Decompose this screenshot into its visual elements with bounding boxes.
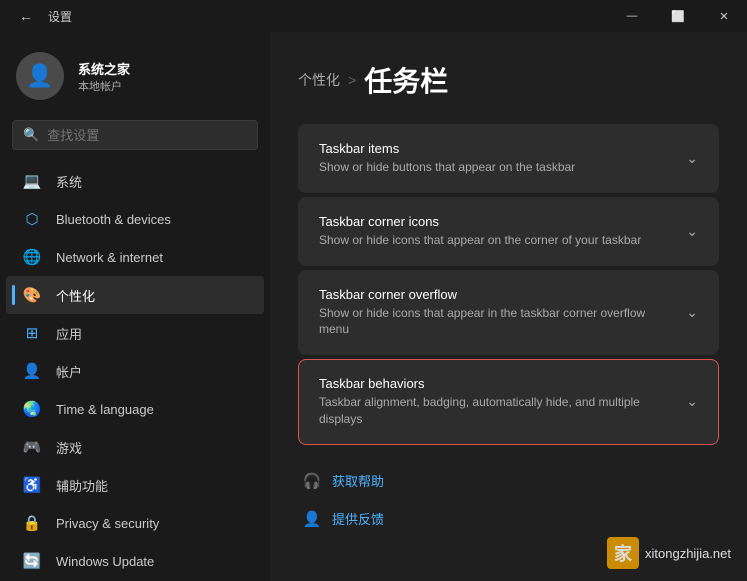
privacy-icon: 🔒 <box>22 513 42 533</box>
sidebar-item-bluetooth[interactable]: ⬡ Bluetooth & devices <box>6 200 264 238</box>
sidebar-item-network[interactable]: 🌐 Network & internet <box>6 238 264 276</box>
feedback-icon: 👤 <box>302 509 322 529</box>
sidebar-item-label-accounts: 帐户 <box>56 362 82 381</box>
sidebar-item-apps[interactable]: ⊞ 应用 <box>6 314 264 352</box>
links-section: 🎧 获取帮助 👤 提供反馈 <box>298 465 719 535</box>
titlebar-title: 设置 <box>48 8 72 25</box>
sidebar: 👤 系统之家 本地帐户 🔍 💻 系统 ⬡ Bluetooth & devices… <box>0 32 270 581</box>
main-layout: 👤 系统之家 本地帐户 🔍 💻 系统 ⬡ Bluetooth & devices… <box>0 32 747 581</box>
sidebar-item-label-gaming: 游戏 <box>56 438 82 457</box>
sidebar-item-label-time: Time & language <box>56 402 154 417</box>
titlebar: ← 设置 — ⬜ ✕ <box>0 0 747 32</box>
card-taskbar-corner-icons[interactable]: Taskbar corner icons Show or hide icons … <box>298 197 719 266</box>
sidebar-item-label-privacy: Privacy & security <box>56 516 159 531</box>
accounts-icon: 👤 <box>22 361 42 381</box>
card-title-taskbar-corner-overflow: Taskbar corner overflow <box>319 287 674 302</box>
sidebar-item-time[interactable]: 🌏 Time & language <box>6 390 264 428</box>
minimize-button[interactable]: — <box>609 0 655 32</box>
sidebar-item-label-update: Windows Update <box>56 554 154 569</box>
get-help-link[interactable]: 🎧 获取帮助 <box>298 465 719 497</box>
gaming-icon: 🎮 <box>22 437 42 457</box>
system-icon: 💻 <box>22 171 42 191</box>
sidebar-item-label-personalize: 个性化 <box>56 286 95 305</box>
sidebar-item-privacy[interactable]: 🔒 Privacy & security <box>6 504 264 542</box>
sidebar-item-accounts[interactable]: 👤 帐户 <box>6 352 264 390</box>
card-title-taskbar-behaviors: Taskbar behaviors <box>319 376 674 391</box>
card-taskbar-corner-overflow[interactable]: Taskbar corner overflow Show or hide ico… <box>298 270 719 356</box>
personalize-icon: 🎨 <box>22 285 42 305</box>
breadcrumb: 个性化 > 任务栏 <box>298 60 719 100</box>
user-profile: 👤 系统之家 本地帐户 <box>0 32 270 116</box>
card-desc-taskbar-corner-icons: Show or hide icons that appear on the co… <box>319 232 674 249</box>
sidebar-item-accessibility[interactable]: ♿ 辅助功能 <box>6 466 264 504</box>
chevron-down-icon: ⌄ <box>686 150 698 167</box>
sidebar-item-label-accessibility: 辅助功能 <box>56 476 108 495</box>
breadcrumb-separator: > <box>348 72 356 88</box>
avatar: 👤 <box>16 52 64 100</box>
user-type: 本地帐户 <box>78 78 130 94</box>
time-icon: 🌏 <box>22 399 42 419</box>
accessibility-icon: ♿ <box>22 475 42 495</box>
breadcrumb-parent[interactable]: 个性化 <box>298 70 340 90</box>
sidebar-item-update[interactable]: 🔄 Windows Update <box>6 542 264 580</box>
content-area: 个性化 > 任务栏 Taskbar items Show or hide but… <box>270 32 747 581</box>
titlebar-controls: — ⬜ ✕ <box>609 0 747 32</box>
chevron-down-icon: ⌄ <box>686 304 698 321</box>
sidebar-item-personalize[interactable]: 🎨 个性化 <box>6 276 264 314</box>
chevron-down-icon: ⌄ <box>686 223 698 240</box>
feedback-label[interactable]: 提供反馈 <box>332 509 384 528</box>
card-desc-taskbar-behaviors: Taskbar alignment, badging, automaticall… <box>319 394 674 428</box>
sidebar-item-label-apps: 应用 <box>56 324 82 343</box>
sidebar-item-label-system: 系统 <box>56 172 82 191</box>
page-title: 任务栏 <box>364 60 448 100</box>
watermark-text: xitongzhijia.net <box>645 546 731 561</box>
update-icon: 🔄 <box>22 551 42 571</box>
search-icon: 🔍 <box>23 127 39 143</box>
bluetooth-icon: ⬡ <box>22 209 42 229</box>
card-title-taskbar-items: Taskbar items <box>319 141 674 156</box>
apps-icon: ⊞ <box>22 323 42 343</box>
card-desc-taskbar-corner-overflow: Show or hide icons that appear in the ta… <box>319 305 674 339</box>
card-taskbar-items[interactable]: Taskbar items Show or hide buttons that … <box>298 124 719 193</box>
search-box[interactable]: 🔍 <box>12 120 258 150</box>
watermark: 家 xitongzhijia.net <box>607 537 731 569</box>
user-info: 系统之家 本地帐户 <box>78 59 130 94</box>
feedback-link[interactable]: 👤 提供反馈 <box>298 503 719 535</box>
sidebar-item-label-bluetooth: Bluetooth & devices <box>56 212 171 227</box>
sidebar-item-label-network: Network & internet <box>56 250 163 265</box>
sidebar-item-system[interactable]: 💻 系统 <box>6 162 264 200</box>
close-button[interactable]: ✕ <box>701 0 747 32</box>
card-desc-taskbar-items: Show or hide buttons that appear on the … <box>319 159 674 176</box>
card-title-taskbar-corner-icons: Taskbar corner icons <box>319 214 674 229</box>
search-input[interactable] <box>47 128 247 143</box>
user-name: 系统之家 <box>78 59 130 78</box>
back-button[interactable]: ← <box>12 2 40 30</box>
card-taskbar-behaviors[interactable]: Taskbar behaviors Taskbar alignment, bad… <box>298 359 719 445</box>
network-icon: 🌐 <box>22 247 42 267</box>
headset-icon: 🎧 <box>302 471 322 491</box>
restore-button[interactable]: ⬜ <box>655 0 701 32</box>
chevron-down-icon: ⌄ <box>686 393 698 410</box>
get-help-label[interactable]: 获取帮助 <box>332 471 384 490</box>
sidebar-item-gaming[interactable]: 🎮 游戏 <box>6 428 264 466</box>
watermark-logo: 家 <box>607 537 639 569</box>
